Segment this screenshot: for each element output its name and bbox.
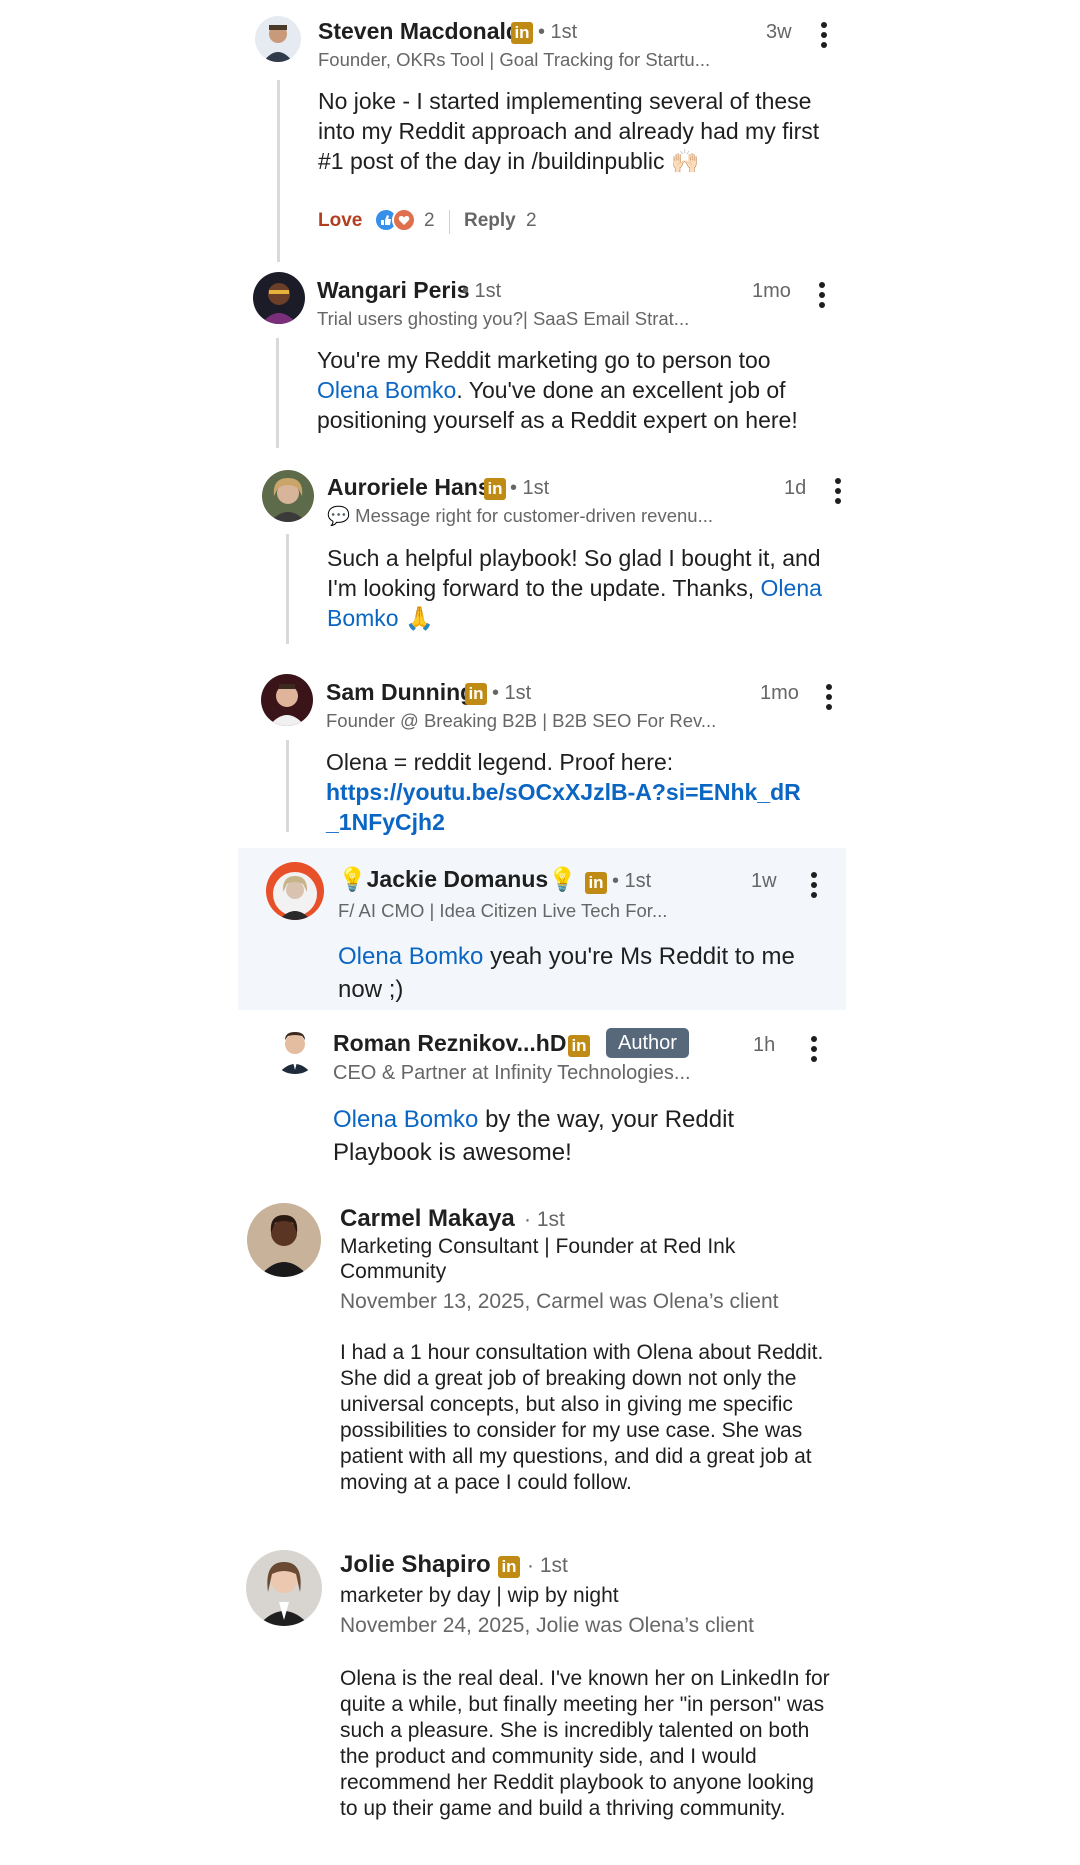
recommendation-text: I had a 1 hour consultation with Olena a… xyxy=(340,1341,824,1494)
connection-degree: • 1st xyxy=(538,21,578,43)
connection-degree: • 1st xyxy=(612,870,652,892)
comment-text: No joke - I started implementing several… xyxy=(318,88,820,174)
more-options-icon[interactable] xyxy=(825,684,833,710)
recommendation-date: November 24, 2025, Jolie was Olena’s cli… xyxy=(340,1614,755,1637)
commenter-headline: F/ AI CMO | Idea Citizen Live Tech For..… xyxy=(338,900,668,921)
more-options-icon[interactable] xyxy=(820,22,828,48)
recommender-headline: marketer by day | wip by night xyxy=(340,1584,619,1607)
comment-time: 1w xyxy=(751,870,777,892)
linkedin-badge-icon: in xyxy=(498,1556,520,1578)
comment-time: 3w xyxy=(766,21,792,43)
commenter-headline: Trial users ghosting you?| SaaS Email St… xyxy=(317,308,690,329)
mention-link[interactable]: Olena Bomko xyxy=(317,377,456,403)
commenter-headline: CEO & Partner at Infinity Technologies..… xyxy=(333,1062,691,1084)
reaction-icons[interactable] xyxy=(374,208,420,232)
avatar[interactable] xyxy=(246,1550,322,1626)
comment-text: Olena = reddit legend. Proof here: https… xyxy=(326,747,846,837)
linkedin-badge-icon: in xyxy=(511,22,533,44)
more-options-icon[interactable] xyxy=(810,1036,818,1062)
linkedin-badge-icon: in xyxy=(585,872,607,894)
video-link[interactable]: https://youtu.be/sOCxXJzlB-A?si=ENhk_dR xyxy=(326,777,846,807)
commenter-name[interactable]: Wangari Peris xyxy=(317,277,470,304)
avatar[interactable] xyxy=(262,470,314,522)
avatar[interactable] xyxy=(253,272,305,324)
video-link-continued[interactable]: _1NFyCjh2 xyxy=(326,807,846,837)
connection-degree: · 1st xyxy=(527,1554,568,1577)
comment-time: 1d xyxy=(784,477,807,499)
avatar[interactable] xyxy=(247,1203,321,1277)
comment-text: Such a helpful playbook! So glad I bough… xyxy=(327,545,822,631)
reply-button[interactable]: Reply xyxy=(464,210,516,232)
commenter-name[interactable]: Auroriele Hans xyxy=(327,474,491,501)
linkedin-badge-icon: in xyxy=(465,683,487,705)
commenter-name[interactable]: 💡Jackie Domanus💡 xyxy=(338,866,577,893)
commenter-name[interactable]: Steven Macdonald xyxy=(318,18,520,45)
reaction-count[interactable]: 2 xyxy=(424,210,435,232)
commenter-name[interactable]: Sam Dunning xyxy=(326,679,474,706)
connection-degree: • 1st xyxy=(462,280,502,302)
divider xyxy=(449,210,450,234)
comment-text: Olena Bomko yeah you're Ms Reddit to me … xyxy=(338,943,795,1003)
comment-text: Olena Bomko by the way, your Reddit Play… xyxy=(333,1106,735,1166)
love-reaction-label[interactable]: Love xyxy=(318,210,362,232)
comment-time: 1mo xyxy=(760,682,799,704)
connection-degree: • 1st xyxy=(510,477,550,499)
avatar[interactable] xyxy=(261,674,313,726)
reply-count[interactable]: 2 xyxy=(526,210,537,232)
connection-degree: · 1st xyxy=(524,1208,565,1231)
connection-degree: • 1st xyxy=(492,682,532,704)
more-options-icon[interactable] xyxy=(818,282,826,308)
comment-time: 1h xyxy=(753,1034,776,1056)
comment-text: You're my Reddit marketing go to person … xyxy=(317,347,798,433)
mention-link[interactable]: Olena Bomko xyxy=(338,943,483,970)
linkedin-badge-icon: in xyxy=(568,1035,590,1057)
more-options-icon[interactable] xyxy=(810,872,818,898)
recommendation-text: Olena is the real deal. I've known her o… xyxy=(340,1667,830,1820)
commenter-headline: Founder, OKRs Tool | Goal Tracking for S… xyxy=(318,49,711,70)
thread-line xyxy=(286,534,289,644)
recommender-name[interactable]: Carmel Makaya xyxy=(340,1205,515,1233)
avatar[interactable] xyxy=(255,16,301,62)
commenter-name[interactable]: Roman Reznikov...hD xyxy=(333,1030,566,1057)
commenter-headline: Founder @ Breaking B2B | B2B SEO For Rev… xyxy=(326,710,717,731)
thread-line xyxy=(286,740,289,832)
avatar[interactable] xyxy=(270,1024,320,1074)
commenter-headline: 💬 Message right for customer-driven reve… xyxy=(327,505,713,526)
more-options-icon[interactable] xyxy=(834,478,842,504)
comment-time: 1mo xyxy=(752,280,791,302)
recommender-name[interactable]: Jolie Shapiro xyxy=(340,1551,491,1579)
recommender-headline: Marketing Consultant | Founder at Red In… xyxy=(340,1235,736,1283)
mention-link[interactable]: Olena Bomko xyxy=(333,1106,478,1133)
linkedin-badge-icon: in xyxy=(484,478,506,500)
thread-line xyxy=(277,80,280,262)
author-badge: Author xyxy=(606,1028,689,1058)
recommendation-date: November 13, 2025, Carmel was Olena’s cl… xyxy=(340,1290,779,1313)
thread-line xyxy=(276,338,279,448)
avatar[interactable] xyxy=(266,862,324,920)
